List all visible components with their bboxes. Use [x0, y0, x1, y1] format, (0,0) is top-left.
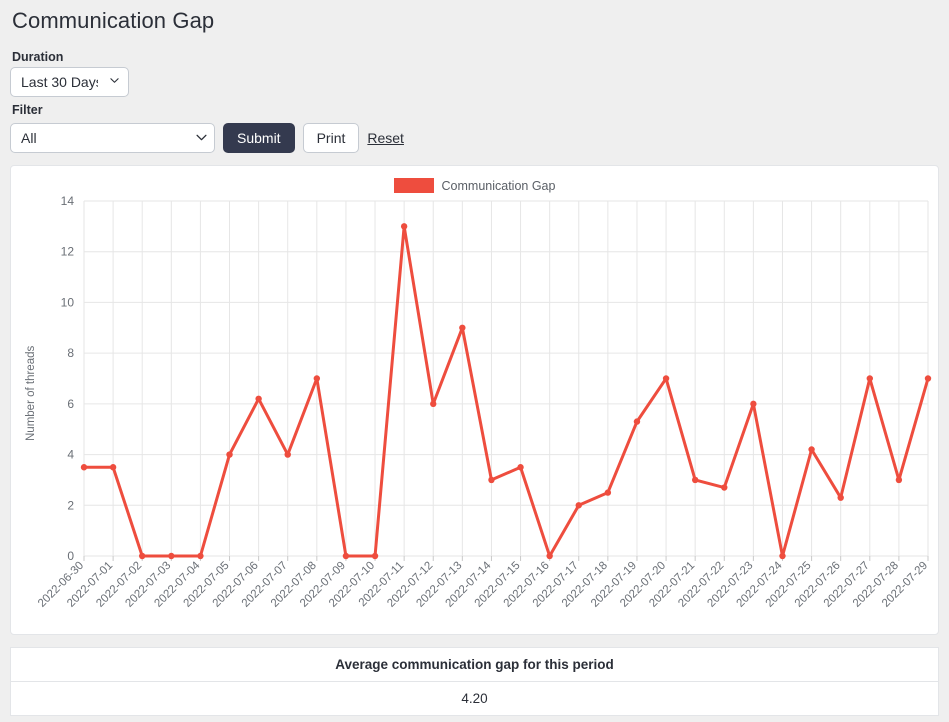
filter-select[interactable]: All [10, 123, 215, 153]
filter-controls: Duration Last 30 Days Filter All Submit … [10, 34, 939, 153]
y-axis-tick-label: 14 [61, 196, 75, 208]
duration-label: Duration [12, 50, 64, 64]
data-point[interactable] [313, 375, 321, 382]
summary-header-row: Average communication gap for this perio… [10, 647, 939, 682]
page-title: Communication Gap [12, 8, 215, 33]
summary-header-cell: Average communication gap for this perio… [10, 647, 939, 682]
data-point[interactable] [371, 552, 379, 560]
y-axis-tick-label: 10 [61, 295, 75, 309]
print-button[interactable]: Print [302, 123, 360, 153]
data-point[interactable] [342, 552, 350, 560]
legend-label-communication-gap: Communication Gap [441, 178, 556, 193]
reset-link[interactable]: Reset [367, 123, 404, 153]
data-point[interactable] [604, 489, 612, 496]
summary-table: Average communication gap for this perio… [10, 647, 939, 716]
data-point[interactable] [459, 324, 466, 331]
chart-card: Communication Gap Number of threads 0246… [10, 165, 939, 635]
line-chart: 0 2 4 6 8 10 12 14 2022-06-30 2022-07-01 2022-07-0… [11, 194, 938, 634]
data-point[interactable] [517, 464, 524, 471]
data-point[interactable] [488, 476, 495, 484]
data-point[interactable] [808, 446, 815, 453]
data-point[interactable] [197, 552, 204, 560]
y-axis-tick-label: 2 [67, 498, 74, 512]
data-point[interactable] [255, 395, 262, 402]
legend-swatch-communication-gap [393, 178, 434, 193]
data-point[interactable] [750, 400, 757, 408]
filter-select-wrapper[interactable]: All [10, 123, 215, 153]
data-point[interactable] [837, 494, 844, 501]
data-point[interactable] [779, 552, 786, 560]
filter-row: All Submit Print Reset [10, 123, 939, 153]
data-point[interactable] [226, 451, 233, 458]
data-point[interactable] [139, 552, 146, 560]
y-axis-tick-label: 12 [61, 245, 75, 259]
data-point[interactable] [866, 375, 873, 382]
chart-svg: 024681012142022-06-302022-07-012022-07-0… [36, 194, 932, 610]
y-axis-tick-label: 8 [67, 346, 74, 360]
y-axis-tick-label: 4 [67, 448, 74, 462]
data-point[interactable] [400, 223, 408, 230]
data-point[interactable] [895, 476, 903, 484]
data-point[interactable] [633, 418, 641, 425]
series-line-communication-gap [82, 224, 930, 558]
data-point[interactable] [546, 552, 553, 560]
y-axis-tick-label: 0 [67, 549, 74, 563]
chart-legend: Communication Gap [11, 178, 938, 193]
data-point[interactable] [721, 484, 728, 491]
data-point[interactable] [662, 375, 670, 382]
data-point[interactable] [691, 476, 699, 484]
data-point[interactable] [575, 502, 582, 509]
data-point[interactable] [430, 400, 437, 408]
page-root: Communication Gap Duration Last 30 Days … [0, 0, 949, 722]
y-axis-tick-label: 6 [67, 397, 74, 411]
data-point[interactable] [924, 375, 932, 382]
data-point[interactable] [80, 464, 88, 471]
submit-button[interactable]: Submit [223, 123, 295, 153]
data-point[interactable] [168, 552, 175, 560]
data-point[interactable] [109, 464, 117, 471]
duration-select-wrapper[interactable]: Last 30 Days [10, 67, 129, 97]
filter-label: Filter [12, 103, 43, 117]
summary-value-row: 4.20 [11, 682, 939, 716]
duration-select[interactable]: Last 30 Days [10, 67, 129, 97]
data-point[interactable] [284, 451, 291, 458]
summary-value-cell: 4.20 [461, 691, 488, 706]
